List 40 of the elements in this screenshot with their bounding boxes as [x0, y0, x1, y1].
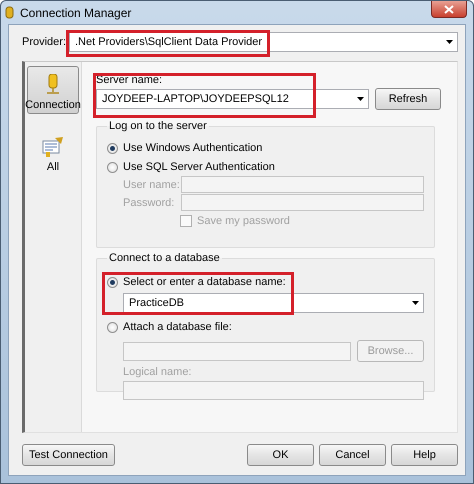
checkbox-label: Save my password — [197, 215, 290, 227]
provider-value: .Net Providers\SqlClient Data Provider — [75, 36, 264, 48]
database-value: PracticeDB — [129, 297, 186, 309]
dropdown-arrow-icon[interactable] — [412, 301, 419, 305]
radio-button[interactable] — [107, 162, 118, 172]
radio-label: Attach a database file: — [123, 321, 232, 333]
document-icon — [41, 136, 65, 158]
dialog-button[interactable]: OK — [247, 444, 314, 466]
sidebar-label: Connection — [25, 99, 81, 111]
radio-label: Use SQL Server Authentication — [123, 161, 275, 173]
server-value: JOYDEEP-LAPTOP\JOYDEEPSQL12 — [102, 93, 290, 105]
group-title: Connect to a database — [108, 252, 221, 264]
provider-dropdown[interactable]: .Net Providers\SqlClient Data Provider — [69, 32, 458, 52]
server-dropdown[interactable]: JOYDEEP-LAPTOP\JOYDEEPSQL12 — [96, 89, 369, 109]
server-name-label: Server name: — [96, 74, 164, 86]
radio-label: Use Windows Authentication — [123, 142, 262, 154]
database-dropdown[interactable]: PracticeDB — [123, 293, 424, 313]
radio-button[interactable] — [107, 142, 118, 154]
field-label: Password: — [123, 196, 176, 208]
sidebar-label: All — [46, 161, 60, 173]
window-title: Connection Manager — [20, 6, 132, 20]
close-icon — [444, 4, 454, 14]
close-button[interactable] — [431, 1, 467, 18]
field-label: Logical name: — [123, 366, 192, 378]
dropdown-arrow-icon[interactable] — [357, 97, 364, 101]
refresh-button[interactable]: Refresh — [375, 88, 441, 110]
test-connection-button[interactable]: Test Connection — [22, 444, 115, 466]
radio-label: Select or enter a database name: — [123, 276, 286, 288]
field-label: User name: — [123, 178, 181, 190]
sidebar-item[interactable]: All — [27, 128, 79, 176]
radio-button[interactable] — [107, 276, 118, 288]
sidebar-item[interactable]: Connection — [27, 66, 79, 114]
dialog-button[interactable]: Cancel — [319, 444, 386, 466]
provider-label: Provider: — [22, 36, 68, 48]
group-title: Log on to the server — [108, 120, 208, 132]
dropdown-arrow-icon[interactable] — [446, 40, 453, 44]
radio-button[interactable] — [107, 322, 118, 332]
dialog-button[interactable]: Help — [391, 444, 458, 466]
input-field[interactable] — [123, 381, 424, 400]
input-field[interactable] — [123, 342, 351, 360]
